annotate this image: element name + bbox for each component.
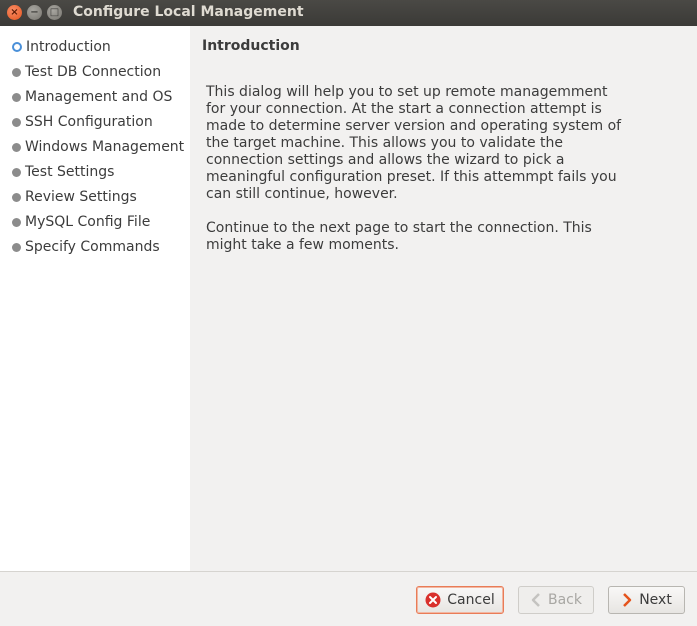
page-title: Introduction — [202, 38, 300, 54]
wizard-steps-sidebar: Introduction Test DB Connection Manageme… — [0, 26, 190, 571]
step-pending-icon — [12, 217, 21, 227]
wizard-content-panel: Introduction This dialog will help you t… — [190, 26, 697, 571]
maximize-icon[interactable]: □ — [47, 5, 62, 20]
sidebar-step-ssh-configuration: SSH Configuration — [12, 112, 153, 132]
sidebar-step-specify-commands: Specify Commands — [12, 237, 160, 257]
minimize-icon[interactable]: − — [27, 5, 42, 20]
cancel-button[interactable]: Cancel — [416, 586, 504, 614]
step-label: Test DB Connection — [25, 64, 162, 80]
step-active-icon — [12, 42, 22, 52]
continue-paragraph: Continue to the next page to start the c… — [206, 220, 592, 253]
next-button[interactable]: Next — [608, 586, 685, 614]
step-label: Specify Commands — [25, 239, 160, 255]
step-pending-icon — [12, 92, 21, 102]
window-title: Configure Local Management — [73, 4, 304, 20]
back-label: Back — [548, 592, 582, 608]
chevron-right-icon — [621, 593, 633, 607]
sidebar-step-management-os: Management and OS — [12, 87, 172, 107]
step-pending-icon — [12, 242, 21, 252]
step-pending-icon — [12, 117, 21, 127]
wizard-footer: Cancel Back Next — [0, 571, 697, 626]
step-label: SSH Configuration — [25, 114, 153, 130]
cancel-icon — [425, 592, 441, 608]
sidebar-step-windows-management: Windows Management — [12, 137, 184, 157]
step-label: Management and OS — [25, 89, 173, 105]
sidebar-step-introduction: Introduction — [12, 37, 111, 57]
sidebar-step-mysql-config-file: MySQL Config File — [12, 212, 150, 232]
sidebar-step-test-db-connection: Test DB Connection — [12, 62, 161, 82]
close-icon[interactable]: × — [7, 5, 22, 20]
sidebar-step-test-settings: Test Settings — [12, 162, 114, 182]
step-label: Introduction — [26, 39, 111, 55]
intro-paragraph: This dialog will help you to set up remo… — [206, 84, 622, 202]
next-label: Next — [639, 592, 672, 608]
step-label: Test Settings — [25, 164, 115, 180]
step-label: Review Settings — [25, 189, 137, 205]
step-pending-icon — [12, 192, 21, 202]
step-pending-icon — [12, 167, 21, 177]
sidebar-step-review-settings: Review Settings — [12, 187, 137, 207]
step-pending-icon — [12, 67, 21, 77]
cancel-label: Cancel — [447, 592, 495, 608]
window-titlebar: × − □ Configure Local Management — [0, 0, 697, 26]
step-label: MySQL Config File — [25, 214, 151, 230]
chevron-left-icon — [530, 593, 542, 607]
back-button[interactable]: Back — [518, 586, 594, 614]
step-pending-icon — [12, 142, 21, 152]
step-label: Windows Management — [25, 139, 185, 155]
